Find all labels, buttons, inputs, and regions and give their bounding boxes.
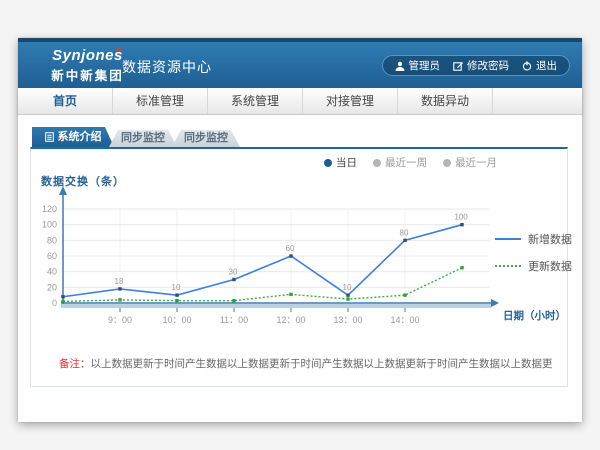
footnote: 备注：以上数据更新于时间产生数据以上数据更新于时间产生数据以上数据更新于时间产生… <box>59 356 553 371</box>
svg-text:13：00: 13：00 <box>333 315 362 325</box>
range-filter: 当日 最近一周 最近一月 <box>324 155 497 170</box>
radio-dot-icon <box>324 159 332 167</box>
tab-system-intro[interactable]: 系统介绍 <box>32 127 114 147</box>
main-nav: 首页 标准管理 系统管理 对接管理 数据异动 <box>18 88 582 115</box>
radio-label: 最近一月 <box>455 155 497 170</box>
svg-text:10: 10 <box>343 283 352 292</box>
user-menu: 管理员 修改密码 退出 <box>382 55 571 76</box>
svg-text:120: 120 <box>42 204 57 214</box>
legend-item-new-data: 新增数据 <box>495 231 572 247</box>
brand-logo-en: Synjones <box>40 47 135 64</box>
radio-today[interactable]: 当日 <box>324 155 357 170</box>
radio-label: 最近一周 <box>385 155 427 170</box>
svg-text:10：00: 10：00 <box>162 315 191 325</box>
logout-button[interactable]: 退出 <box>522 58 557 73</box>
power-icon <box>522 61 532 71</box>
svg-text:日期（小时）: 日期（小时） <box>503 309 566 322</box>
tab-bar: 系统介绍 同步监控 同步监控 <box>32 127 240 147</box>
nav-item-standard-mgmt[interactable]: 标准管理 <box>113 88 208 114</box>
legend-label: 新增数据 <box>528 231 572 247</box>
svg-text:0: 0 <box>52 298 57 308</box>
person-icon <box>395 61 405 71</box>
tab-label: 系统介绍 <box>58 127 102 147</box>
svg-text:100: 100 <box>454 213 468 222</box>
svg-text:18: 18 <box>115 277 124 286</box>
logo-dot <box>117 48 121 52</box>
svg-text:80: 80 <box>47 235 57 245</box>
nav-item-interface-mgmt[interactable]: 对接管理 <box>303 88 398 114</box>
app-window: Synjones 新中新集团 数据资源中心 管理员 修改密码 退出 首页 标准管… <box>18 38 582 422</box>
svg-text:60: 60 <box>47 251 57 261</box>
legend-label: 更新数据 <box>528 258 572 274</box>
footnote-prefix: 备注： <box>59 358 91 370</box>
radio-dot-icon <box>443 159 451 167</box>
app-header: Synjones 新中新集团 数据资源中心 管理员 修改密码 退出 <box>18 42 582 88</box>
content-area: 系统介绍 同步监控 同步监控 当日 最近一周 最近一月 数据交换 <box>18 115 582 422</box>
page-title: 数据资源中心 <box>122 57 212 77</box>
tab-sync-monitor-1[interactable]: 同步监控 <box>109 130 177 147</box>
svg-text:100: 100 <box>42 220 57 230</box>
radio-dot-icon <box>373 159 381 167</box>
tab-sync-monitor-2[interactable]: 同步监控 <box>172 130 240 147</box>
legend-item-update-data: 更新数据 <box>495 258 572 274</box>
nav-item-system-mgmt[interactable]: 系统管理 <box>208 88 303 114</box>
svg-text:9：00: 9：00 <box>108 315 132 325</box>
document-icon <box>45 132 54 142</box>
svg-text:80: 80 <box>400 228 409 237</box>
svg-text:40: 40 <box>47 267 57 277</box>
brand-logo: Synjones 新中新集团 <box>40 47 135 84</box>
radio-last-week[interactable]: 最近一周 <box>373 155 427 170</box>
solid-line-icon <box>495 238 521 240</box>
svg-text:20: 20 <box>47 282 57 292</box>
footnote-text: 以上数据更新于时间产生数据以上数据更新于时间产生数据以上数据更新于时间产生数据以… <box>91 358 554 370</box>
chart-legend: 新增数据 更新数据 <box>495 231 572 285</box>
nav-item-home[interactable]: 首页 <box>18 88 113 114</box>
svg-text:11：00: 11：00 <box>220 315 248 325</box>
svg-text:30: 30 <box>229 268 238 277</box>
svg-text:10: 10 <box>172 283 181 292</box>
edit-icon <box>453 61 463 71</box>
dotted-line-icon <box>495 265 521 267</box>
user-button[interactable]: 管理员 <box>395 58 441 73</box>
chart-panel: 当日 最近一周 最近一月 数据交换（条） 0204060801001209：00… <box>30 147 568 387</box>
change-password-button[interactable]: 修改密码 <box>453 58 509 73</box>
nav-item-data-change[interactable]: 数据异动 <box>398 88 493 114</box>
brand-logo-cn: 新中新集团 <box>40 65 135 84</box>
svg-text:12：00: 12：00 <box>276 315 305 325</box>
svg-text:14：00: 14：00 <box>390 315 419 325</box>
radio-label: 当日 <box>336 155 357 170</box>
svg-text:60: 60 <box>286 244 295 253</box>
radio-last-month[interactable]: 最近一月 <box>443 155 497 170</box>
